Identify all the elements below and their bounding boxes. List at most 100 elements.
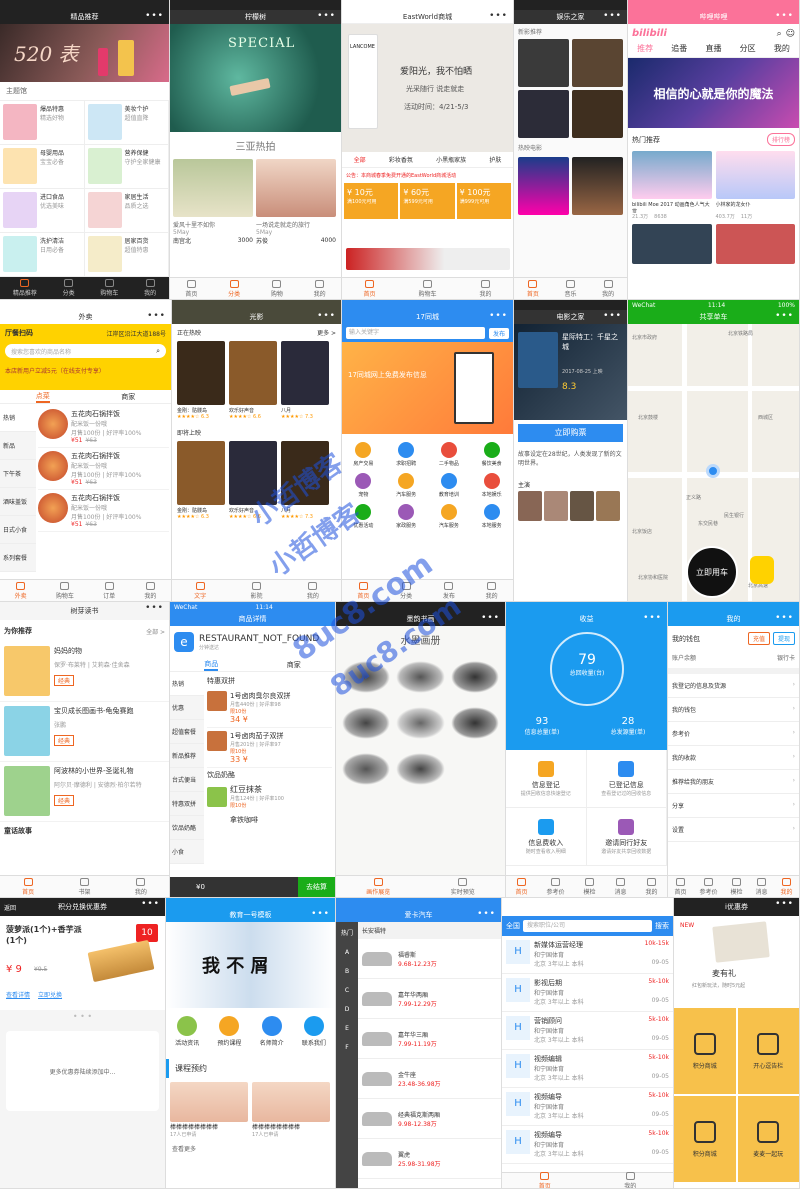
job-item[interactable]: H 新媒体运营经理 10k-15k 和宁国体育 北京 3年以上 本科 09-05 bbox=[502, 936, 673, 974]
more-icon[interactable]: ••• bbox=[489, 311, 508, 321]
category-item[interactable]: 汽车服务 bbox=[385, 473, 428, 498]
movie-poster[interactable] bbox=[518, 157, 569, 215]
dish-item[interactable]: 红豆抹茶 月售124份 | 好评率100 限10份 bbox=[207, 784, 332, 809]
region-select[interactable]: 全国 bbox=[506, 921, 520, 931]
cast-photo[interactable] bbox=[518, 491, 542, 521]
painting-thumb[interactable] bbox=[396, 753, 445, 785]
feature-tile[interactable]: 积分商城 bbox=[674, 1008, 736, 1094]
order-tab[interactable]: 点菜 bbox=[35, 391, 50, 403]
car-item[interactable]: 金牛座 23.48-36.98万 bbox=[358, 1059, 501, 1099]
category-item[interactable]: 小食 bbox=[170, 840, 204, 864]
job-item[interactable]: H 营销顾问 5k-10k 和宁国体育 北京 3年以上 本科 09-05 bbox=[502, 1012, 673, 1050]
feature-button[interactable]: 名师简介 bbox=[260, 1016, 284, 1047]
dish-item[interactable]: 五花肉石锅拌饭 配米饭一份哦 月售100份 | 好评率100% ¥51 ¥63 bbox=[38, 490, 169, 532]
hero-banner[interactable]: LANCOME 爱阳光，我不怕晒 光采随行 说走就走 活动时间：4/21-5/3 bbox=[342, 24, 513, 152]
movie-card[interactable]: 八月 ★★★★☆ 7.3 bbox=[281, 441, 329, 520]
action-tile[interactable]: 已登记信息 查看登记过的回收信息 bbox=[586, 750, 667, 808]
dish-item[interactable]: 1号卤肉茄子双拼 月售201份 | 好评率97 限10份 33 ¥ bbox=[207, 728, 332, 768]
cast-photo[interactable] bbox=[570, 491, 594, 521]
category-item[interactable]: 家政服务 bbox=[385, 504, 428, 529]
menu-row[interactable]: 我登记的信息及货源 › bbox=[668, 674, 799, 698]
brand-index-item[interactable]: A bbox=[336, 943, 358, 962]
gift-banner[interactable]: NEW 麦有礼 红包新玩法，随时5元起 bbox=[674, 916, 799, 1008]
ranking-link[interactable]: 排行榜 bbox=[766, 133, 795, 146]
feature-tile[interactable]: 积分商城 bbox=[674, 1096, 736, 1182]
more-icon[interactable]: ••• bbox=[145, 603, 164, 613]
view-more-link[interactable]: 查看更多 bbox=[166, 1138, 335, 1159]
tab-1[interactable]: 画作展览 bbox=[366, 877, 390, 896]
tab-4[interactable]: 我的 bbox=[314, 279, 326, 298]
tab-2[interactable]: 我的 bbox=[624, 1171, 636, 1188]
car-item[interactable]: 福睿斯 9.68-12.23万 bbox=[358, 939, 501, 979]
tab-2[interactable]: 书架 bbox=[78, 877, 91, 896]
category-item[interactable]: 求职招聘 bbox=[385, 442, 428, 467]
redeem-link[interactable]: 立即兑换 bbox=[38, 990, 62, 999]
channel-tab[interactable]: 推荐 bbox=[637, 43, 653, 54]
channel-tab[interactable]: 追番 bbox=[671, 43, 687, 54]
channel-tab[interactable]: 分区 bbox=[740, 43, 756, 54]
dish-item[interactable]: 1号卤肉臭尔良双拼 月售440份 | 好评率98 限10份 34 ¥ bbox=[207, 688, 332, 728]
movie-card[interactable]: 八月 ★★★★☆ 7.3 bbox=[281, 341, 329, 420]
banner[interactable]: 17同城网上免费发布信息 bbox=[342, 342, 513, 434]
tab-1[interactable]: 首页 bbox=[539, 1171, 551, 1188]
video-card[interactable]: 小林家的龙女仆 403.7万 11万 bbox=[715, 151, 795, 220]
category-card[interactable]: 营养保健 守护全家健康 bbox=[84, 145, 169, 189]
book-item[interactable]: 妈妈的物 保罗·布莱特 | 艾莉森·佳舍森 经典 bbox=[0, 642, 169, 702]
detail-link[interactable]: 查看详情 bbox=[6, 990, 30, 999]
category-item[interactable]: 下午茶 bbox=[0, 460, 36, 488]
cart-total[interactable]: ¥0 bbox=[170, 883, 298, 891]
brand-index-item[interactable]: 热门 bbox=[336, 922, 358, 943]
tab-1[interactable]: 首页 bbox=[515, 877, 528, 896]
more-icon[interactable]: ••• bbox=[145, 11, 164, 21]
withdraw-button[interactable]: 提现 bbox=[772, 632, 795, 645]
category-item[interactable]: 本地娱乐 bbox=[470, 473, 513, 498]
more-link[interactable]: 全部 > bbox=[146, 627, 165, 636]
category-tab[interactable]: 护肤 bbox=[489, 155, 501, 164]
tab-4[interactable]: 消息 bbox=[614, 877, 627, 896]
ride-now-button[interactable]: 立即用车 bbox=[686, 546, 738, 598]
dish-item[interactable]: 五花肉石锅拌饭 配米饭一份哦 月售100份 | 好评率100% ¥51 ¥63 bbox=[38, 406, 169, 448]
movie-card[interactable]: 金刚：骷髅岛 ★★★★☆ 6.3 bbox=[177, 341, 225, 420]
tab-2[interactable]: 实时预览 bbox=[451, 877, 475, 896]
more-icon[interactable]: ••• bbox=[311, 909, 330, 919]
location-pin-icon[interactable] bbox=[706, 464, 720, 478]
course-card[interactable]: 棒棒棒棒棒棒棒棒 17人已申请 bbox=[170, 1082, 248, 1138]
brand-index-item[interactable]: B bbox=[336, 962, 358, 981]
category-card[interactable]: 家居生活 品质之选 bbox=[84, 189, 169, 233]
scan-order-button[interactable]: 厅餐扫码 bbox=[5, 328, 33, 338]
feature-button[interactable]: 联系我们 bbox=[302, 1016, 326, 1047]
tab-3[interactable]: 我的 bbox=[135, 877, 147, 896]
job-item[interactable]: H 影视后期 5k-10k 和宁国体育 北京 3年以上 本科 09-05 bbox=[502, 974, 673, 1012]
category-item[interactable]: 热销 bbox=[0, 404, 36, 432]
video-thumb[interactable] bbox=[632, 224, 712, 264]
category-item[interactable]: 超值套餐 bbox=[170, 720, 204, 744]
video-card[interactable]: bilibili Moe 2017 动画角色人气大赏 21.3万 8638 bbox=[632, 151, 712, 220]
category-tab[interactable]: 全部 bbox=[354, 155, 366, 164]
action-tile[interactable]: 信息费收入 随时查看收入明细 bbox=[506, 808, 587, 866]
category-item[interactable]: 台式便当 bbox=[170, 768, 204, 792]
menu-row[interactable]: 我的钱包 › bbox=[668, 698, 799, 722]
category-item[interactable]: 优惠活动 bbox=[342, 504, 385, 529]
category-item[interactable]: 酒味盖饭 bbox=[0, 488, 36, 516]
more-icon[interactable]: ••• bbox=[477, 909, 496, 919]
more-icon[interactable]: ••• bbox=[643, 613, 662, 623]
course-card[interactable]: 棒棒棒棒棒棒棒棒 17人已申请 bbox=[252, 1082, 330, 1138]
category-tab[interactable]: 彩妆香氛 bbox=[389, 155, 413, 164]
tab-3[interactable]: 我的 bbox=[479, 279, 492, 298]
tab-1[interactable]: 首页 bbox=[357, 581, 369, 600]
more-icon[interactable]: ••• bbox=[775, 899, 794, 909]
shop-tab[interactable]: 商家 bbox=[287, 660, 301, 670]
category-card[interactable]: 进口食品 优选美味 bbox=[0, 189, 85, 233]
hero-banner[interactable]: 520 表 bbox=[0, 24, 169, 82]
category-item[interactable]: 教育培训 bbox=[428, 473, 471, 498]
painting-thumb[interactable] bbox=[342, 707, 391, 739]
banner[interactable]: 相信的心就是你的魔法 bbox=[628, 58, 799, 128]
movie-card[interactable]: 欢乐好声音 ★★★★☆ 6.6 bbox=[229, 341, 277, 420]
post-button[interactable]: 发布 bbox=[488, 327, 509, 339]
tab-2[interactable]: 分类 bbox=[400, 581, 412, 600]
more-icon[interactable]: ••• bbox=[317, 311, 336, 321]
hero-photo[interactable]: SPECIAL bbox=[170, 24, 341, 132]
tab-3[interactable]: 模检 bbox=[583, 877, 596, 896]
category-item[interactable]: 优惠 bbox=[170, 696, 204, 720]
action-tile[interactable]: 邀请同行好友 邀请好友共享回收数据 bbox=[586, 808, 667, 866]
